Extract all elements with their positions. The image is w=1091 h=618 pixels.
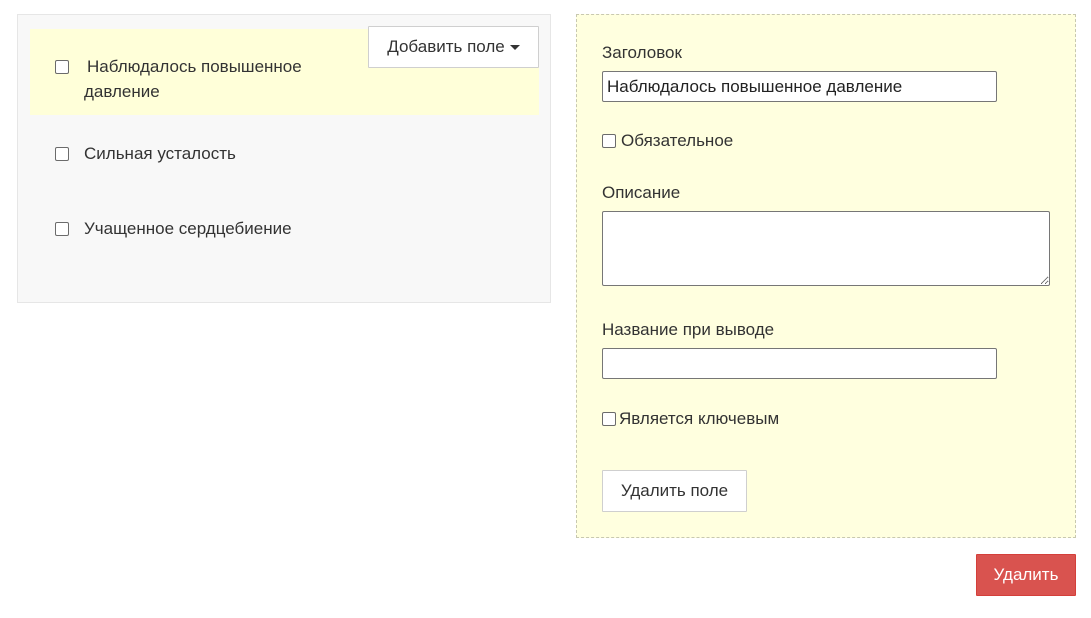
add-field-label: Добавить поле	[387, 37, 505, 56]
key-checkbox[interactable]	[602, 412, 616, 426]
description-label: Описание	[602, 183, 681, 202]
required-checkbox-row[interactable]: Обязательное	[602, 131, 733, 151]
fields-list-panel: Наблюдалось повышенное давление Добавить…	[17, 14, 551, 303]
required-checkbox[interactable]	[602, 134, 616, 148]
remove-field-button[interactable]: Удалить поле	[602, 470, 747, 512]
field-item-label: Учащенное сердцебиение	[84, 219, 292, 238]
title-input[interactable]	[602, 71, 997, 102]
required-label: Обязательное	[621, 131, 734, 150]
field-item[interactable]: Учащенное сердцебиение	[30, 216, 539, 241]
add-field-dropdown-button[interactable]: Добавить поле	[368, 26, 539, 68]
caret-down-icon	[509, 45, 520, 50]
field-item-checkbox[interactable]	[55, 147, 69, 161]
key-checkbox-row[interactable]: Является ключевым	[602, 409, 779, 429]
description-textarea[interactable]	[602, 211, 1050, 286]
delete-button[interactable]: Удалить	[976, 554, 1076, 596]
field-item[interactable]: Сильная усталость	[30, 141, 539, 166]
output-name-input[interactable]	[602, 348, 997, 379]
field-editor-panel: Заголовок Обязательное Описание Название…	[576, 14, 1076, 538]
key-label: Является ключевым	[619, 409, 780, 428]
field-item-label: Наблюдалось повышенное давление	[84, 57, 302, 101]
output-name-label: Название при выводе	[602, 320, 775, 339]
field-item-checkbox[interactable]	[55, 222, 69, 236]
field-item-checkbox[interactable]	[55, 60, 69, 74]
field-item-label: Сильная усталость	[84, 144, 236, 163]
title-label: Заголовок	[602, 43, 682, 62]
